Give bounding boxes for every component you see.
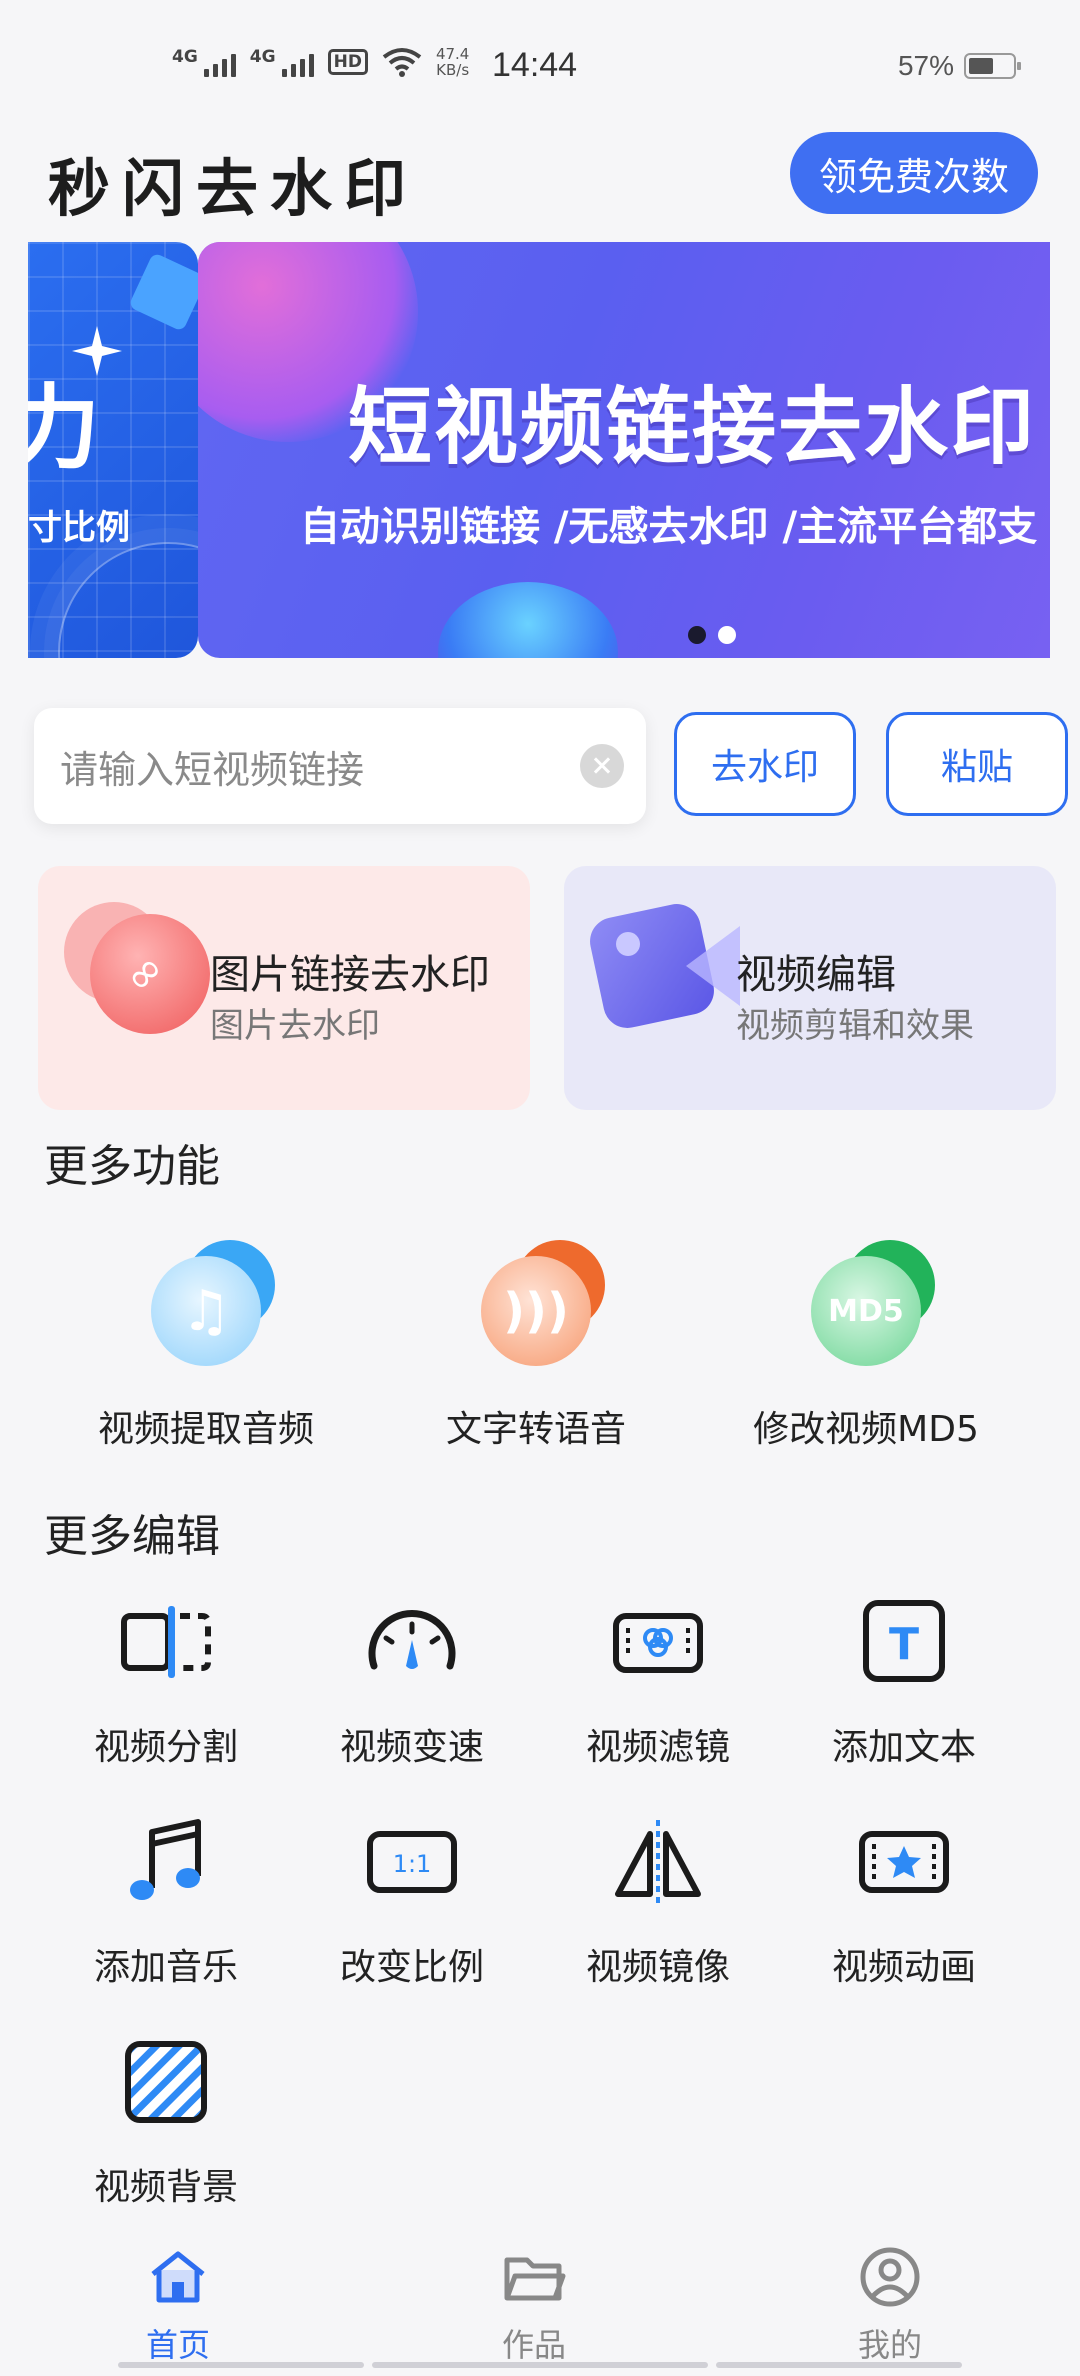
banner-prev-headline: 力 bbox=[28, 375, 101, 482]
battery-icon bbox=[964, 53, 1021, 79]
hd-icon: HD bbox=[327, 49, 368, 75]
star-film-icon bbox=[854, 1812, 954, 1912]
card-desc: 视频剪辑和效果 bbox=[736, 1006, 974, 1046]
video-link-placeholder: 请输入短视频链接 bbox=[60, 747, 365, 792]
battery-percent: 57% bbox=[897, 50, 954, 81]
speedometer-icon bbox=[362, 1592, 462, 1692]
gesture-bar bbox=[118, 2362, 364, 2368]
image-watermark-card[interactable]: ∞ 图片链接去水印 图片去水印 bbox=[38, 866, 530, 1110]
edit-label: 视频滤镜 bbox=[585, 1727, 730, 1768]
function-label: 文字转语音 bbox=[445, 1409, 626, 1450]
filter-icon bbox=[608, 1592, 708, 1692]
edit-label: 视频分割 bbox=[93, 1727, 238, 1768]
gradient-blob bbox=[438, 582, 618, 658]
change-ratio-item[interactable]: 1:1 改变比例 bbox=[288, 1812, 536, 1990]
tab-label: 作品 bbox=[501, 2326, 566, 2364]
app-title: 秒闪去水印 bbox=[48, 152, 419, 225]
more-edit-title: 更多编辑 bbox=[44, 1511, 220, 1562]
edit-label: 视频镜像 bbox=[585, 1947, 730, 1988]
banner-slide-previous[interactable]: 力 寸比例 bbox=[28, 242, 198, 658]
split-icon bbox=[116, 1592, 216, 1692]
user-icon bbox=[860, 2247, 920, 2307]
edit-label: 添加文本 bbox=[831, 1727, 976, 1768]
edit-label: 视频动画 bbox=[831, 1947, 976, 1988]
modify-md5-item[interactable]: MD5 修改视频MD5 bbox=[706, 1240, 1026, 1452]
link-icon: ∞ bbox=[64, 902, 210, 1034]
gesture-bar bbox=[372, 2362, 708, 2368]
banner-prev-subline: 寸比例 bbox=[28, 508, 130, 548]
tab-mine[interactable]: 我的 bbox=[790, 2244, 990, 2366]
signal-2-label: 4G bbox=[249, 47, 276, 67]
tab-home[interactable]: 首页 bbox=[78, 2244, 278, 2366]
paste-button[interactable]: 粘贴 bbox=[886, 712, 1068, 816]
card-title: 视频编辑 bbox=[736, 952, 896, 998]
edit-label: 添加音乐 bbox=[93, 1947, 238, 1988]
network-speed-value: 47.4 bbox=[435, 45, 470, 63]
free-quota-button[interactable]: 领免费次数 bbox=[790, 132, 1038, 214]
function-label: 视频提取音频 bbox=[97, 1409, 314, 1450]
music-icon bbox=[116, 1812, 216, 1912]
home-icon bbox=[151, 2251, 205, 2303]
bottom-tab-bar: 首页 作品 我的 bbox=[0, 2244, 1080, 2376]
edit-label: 视频背景 bbox=[93, 2167, 238, 2208]
video-animation-item[interactable]: 视频动画 bbox=[780, 1812, 1028, 1990]
video-mirror-item[interactable]: 视频镜像 bbox=[534, 1812, 782, 1990]
carousel-dot bbox=[718, 626, 736, 644]
remove-watermark-button[interactable]: 去水印 bbox=[674, 712, 856, 816]
video-split-item[interactable]: 视频分割 bbox=[42, 1592, 290, 1770]
video-link-input[interactable]: 请输入短视频链接 bbox=[34, 708, 646, 824]
add-text-item[interactable]: T 添加文本 bbox=[780, 1592, 1028, 1770]
battery-status: 57% bbox=[897, 50, 1021, 82]
mirror-icon bbox=[608, 1812, 708, 1912]
text-icon: T bbox=[854, 1592, 954, 1692]
video-filter-item[interactable]: 视频滤镜 bbox=[534, 1592, 782, 1770]
signal-1-icon: 4G bbox=[172, 47, 236, 77]
wifi-icon bbox=[382, 48, 422, 77]
tab-label: 我的 bbox=[857, 2326, 922, 2364]
more-functions-title: 更多功能 bbox=[44, 1141, 220, 1192]
card-title: 图片链接去水印 bbox=[210, 952, 490, 998]
video-speed-item[interactable]: 视频变速 bbox=[288, 1592, 536, 1770]
video-edit-card[interactable]: 视频编辑 视频剪辑和效果 bbox=[564, 866, 1056, 1110]
function-label: 修改视频MD5 bbox=[753, 1409, 979, 1450]
network-speed-unit: KB/s bbox=[436, 61, 470, 79]
status-bar: 4G 4G HD 47.4 KB/s 14:44 57% bbox=[0, 0, 1080, 130]
status-time: 14:44 bbox=[492, 46, 578, 84]
video-camera-icon bbox=[585, 890, 740, 1040]
banner-headline: 短视频链接去水印 bbox=[348, 378, 1037, 476]
folder-icon bbox=[504, 2257, 566, 2301]
svg-text:1:1: 1:1 bbox=[393, 1850, 432, 1878]
add-music-item[interactable]: 添加音乐 bbox=[42, 1812, 290, 1990]
text-to-speech-item[interactable]: ))) 文字转语音 bbox=[376, 1240, 696, 1452]
banner-subline: 自动识别链接 /无感去水印 /主流平台都支 bbox=[300, 504, 1038, 550]
svg-text:T: T bbox=[889, 1619, 919, 1670]
carousel-dot-active bbox=[688, 626, 706, 644]
banner-slide-current[interactable]: 短视频链接去水印 自动识别链接 /无感去水印 /主流平台都支 bbox=[198, 242, 1050, 658]
md5-icon: MD5 bbox=[801, 1240, 935, 1370]
signal-2-icon: 4G bbox=[250, 47, 314, 77]
status-icons: 4G 4G HD 47.4 KB/s bbox=[172, 46, 469, 78]
network-speed: 47.4 KB/s bbox=[436, 46, 469, 78]
signal-1-label: 4G bbox=[172, 47, 198, 67]
speaker-wave-icon: ))) bbox=[471, 1240, 605, 1370]
card-desc: 图片去水印 bbox=[210, 1006, 380, 1046]
clear-icon[interactable] bbox=[580, 744, 624, 788]
tab-label: 首页 bbox=[145, 2326, 210, 2364]
ratio-icon: 1:1 bbox=[362, 1812, 462, 1912]
extract-audio-item[interactable]: ♫ 视频提取音频 bbox=[46, 1240, 366, 1452]
banner-carousel[interactable]: 力 寸比例 短视频链接去水印 自动识别链接 /无感去水印 /主流平台都支 bbox=[28, 242, 1050, 658]
edit-label: 改变比例 bbox=[339, 1947, 484, 1988]
tab-works[interactable]: 作品 bbox=[434, 2244, 634, 2366]
music-note-icon: ♫ bbox=[141, 1240, 275, 1370]
carousel-indicator bbox=[688, 626, 736, 644]
background-icon bbox=[116, 2032, 216, 2132]
video-background-item[interactable]: 视频背景 bbox=[42, 2032, 290, 2210]
edit-label: 视频变速 bbox=[339, 1727, 484, 1768]
gesture-bar bbox=[716, 2362, 962, 2368]
